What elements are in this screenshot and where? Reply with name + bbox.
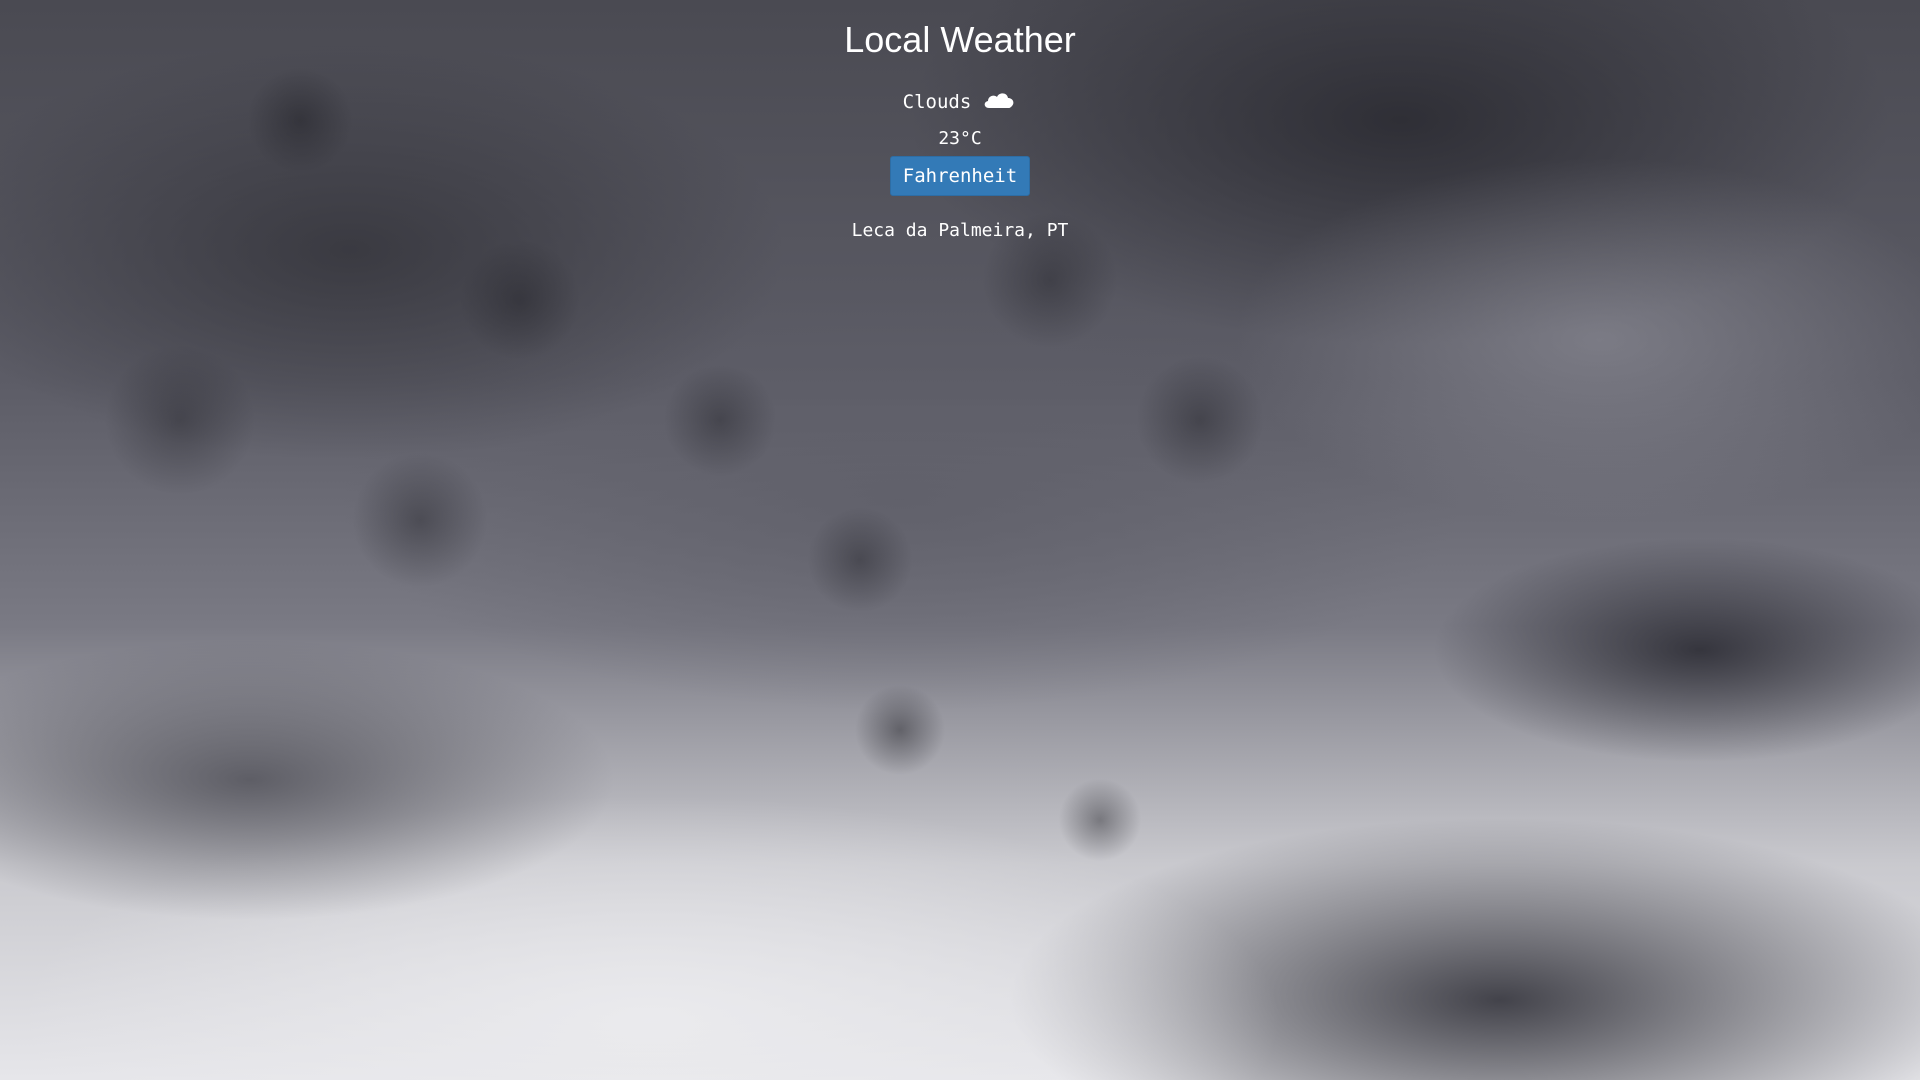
unit-toggle-button[interactable]: Fahrenheit (889, 156, 1031, 196)
weather-app: Local Weather Clouds 23°C Fahrenheit Lec… (0, 0, 1920, 242)
page-title: Local Weather (844, 19, 1076, 60)
temperature-display: 23°C (938, 128, 982, 149)
cloud-icon (981, 90, 1017, 110)
condition-label: Clouds (902, 91, 972, 113)
location-label: Leca da Palmeira, PT (851, 220, 1069, 241)
weather-condition: Clouds (903, 90, 1018, 114)
